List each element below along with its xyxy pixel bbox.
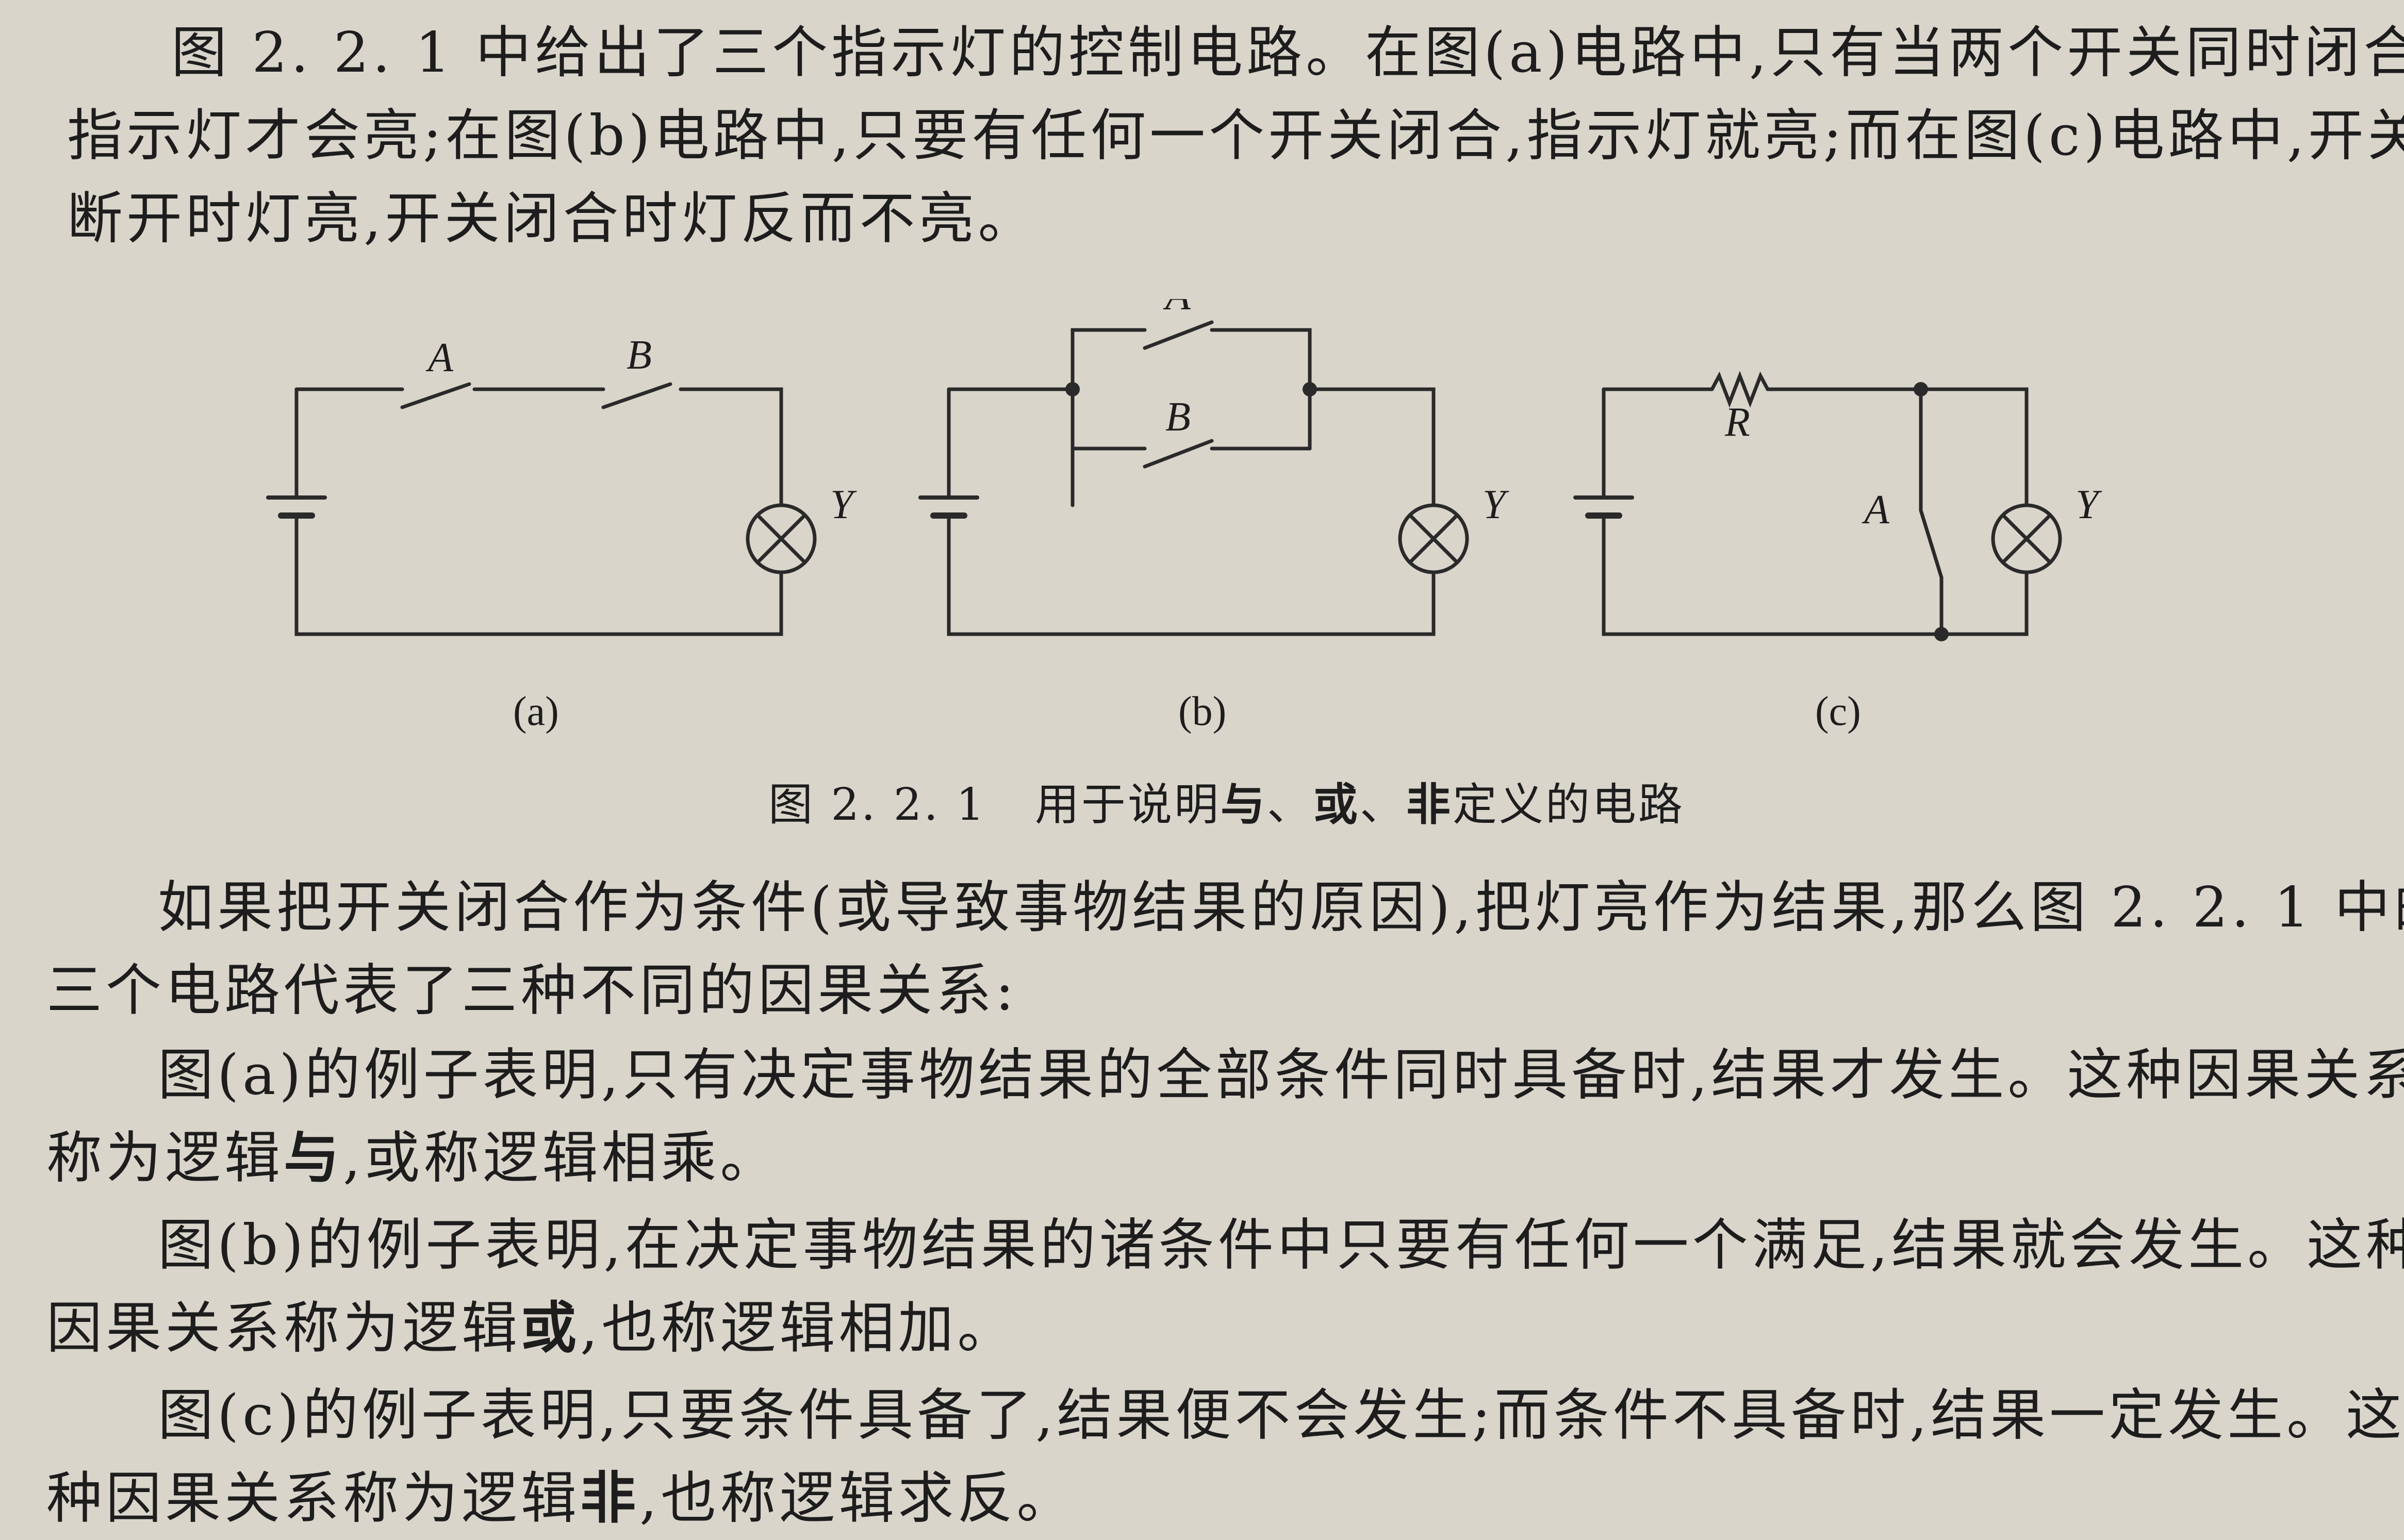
- p2-line-2-pre: 称为逻辑: [46, 1126, 284, 1190]
- sub-label-a: (a): [513, 689, 559, 734]
- p3-line-2-post: ,也称逻辑相加。: [580, 1296, 1017, 1361]
- circuit-c: [1573, 371, 2062, 636]
- p1-line-2: 三个电路代表了三种不同的因果关系:: [46, 958, 1018, 1023]
- p4-line-2-pre: 种因果关系称为逻辑: [46, 1466, 581, 1531]
- p2-line-2: 称为逻辑与,或称逻辑相乘。: [46, 1117, 2326, 1200]
- p3-line-2: 因果关系称为逻辑或,也称逻辑相加。: [46, 1287, 2326, 1370]
- label-a-lamp: Y: [830, 482, 857, 527]
- switch-a-lever: [400, 382, 471, 409]
- body-paragraph-2: 图(a)的例子表明,只有决定事物结果的全部条件同时具备时,结果才发生。这种因果关…: [46, 1034, 2404, 1200]
- intro-line-2: 指示灯才会亮;在图(b)电路中,只要有任何一个开关闭合,指示灯就亮;而在图(c)…: [67, 104, 2404, 168]
- switch-c-lever: [1919, 508, 1944, 579]
- p4-line-2-post: ,也称逻辑求反。: [639, 1466, 1076, 1531]
- caption-and: 与: [1220, 779, 1267, 831]
- p3-line-2-pre: 因果关系称为逻辑: [46, 1296, 521, 1361]
- label-c-switch: A: [1862, 487, 1890, 533]
- caption-sep-1: 、: [1266, 779, 1313, 831]
- caption-prefix: 用于说明: [1034, 779, 1221, 831]
- circuit-b: [918, 320, 1469, 636]
- label-b-switch-b: B: [1165, 394, 1191, 440]
- sub-label-b: (b): [1178, 689, 1227, 734]
- label-c-resistor: R: [1724, 400, 1750, 445]
- junction-dot: [1914, 382, 1928, 396]
- switch-b-b-lever: [1143, 439, 1214, 469]
- intro-line-1: 图 2. 2. 1 中给出了三个指示灯的控制电路。在图(a)电路中,只有当两个开…: [171, 21, 2404, 85]
- intro-line-3: 断开时灯亮,开关闭合时灯反而不亮。: [67, 187, 1038, 251]
- p3-term-or: 或: [521, 1296, 581, 1361]
- label-b-lamp: Y: [1483, 482, 1509, 527]
- caption-number: 图 2. 2. 1: [768, 779, 986, 831]
- label-a-switch-b: B: [627, 333, 652, 378]
- p1-line-1: 如果把开关闭合作为条件(或导致事物结果的原因),把灯亮作为结果,那么图 2. 2…: [158, 875, 2404, 940]
- label-c-lamp: Y: [2076, 482, 2102, 527]
- figure-caption: 图 2. 2. 1 用于说明与、或、非定义的电路: [768, 768, 1685, 833]
- junction-dot: [1303, 382, 1317, 396]
- body-paragraph-1: 如果把开关闭合作为条件(或导致事物结果的原因),把灯亮作为结果,那么图 2. 2…: [46, 866, 2404, 1032]
- circuit-a: [266, 382, 817, 636]
- p2-line-2-post: ,或称逻辑相乘。: [343, 1126, 780, 1190]
- p4-line-2: 种因果关系称为逻辑非,也称逻辑求反。: [46, 1457, 2326, 1540]
- intro-paragraph: 图 2. 2. 1 中给出了三个指示灯的控制电路。在图(a)电路中,只有当两个开…: [52, 11, 2404, 260]
- p4-term-not: 非: [580, 1466, 640, 1531]
- switch-b-a-lever: [1143, 320, 1214, 350]
- resistor-zigzag: [1710, 371, 1770, 408]
- label-b-switch-a: A: [1163, 299, 1191, 319]
- caption-not: 非: [1406, 779, 1453, 831]
- p2-term-and: 与: [284, 1125, 343, 1190]
- caption-or: 或: [1313, 779, 1360, 831]
- p4-line-1: 图(c)的例子表明,只要条件具备了,结果便不会发生;而条件不具备时,结果一定发生…: [158, 1383, 2404, 1448]
- body-paragraph-4: 图(c)的例子表明,只要条件具备了,结果便不会发生;而条件不具备时,结果一定发生…: [46, 1374, 2404, 1540]
- circuit-figure: A B Y A B Y R A Y (a) (b) (c): [248, 273, 2341, 763]
- circuit-diagrams: A B Y A B Y R A Y: [266, 273, 2102, 641]
- body-paragraph-3: 图(b)的例子表明,在决定事物结果的诸条件中只要有任何一个满足,结果就会发生。这…: [46, 1204, 2404, 1370]
- p3-line-1: 图(b)的例子表明,在决定事物结果的诸条件中只要有任何一个满足,结果就会发生。这…: [158, 1213, 2404, 1278]
- switch-b-lever: [601, 382, 672, 409]
- sub-label-c: (c): [1815, 689, 1861, 734]
- junction-dot: [1934, 627, 1949, 641]
- junction-dot: [1065, 382, 1080, 396]
- caption-sep-2: 、: [1359, 779, 1406, 831]
- p2-line-1: 图(a)的例子表明,只有决定事物结果的全部条件同时具备时,结果才发生。这种因果关…: [158, 1043, 2404, 1107]
- label-a-switch-a: A: [425, 335, 454, 380]
- caption-suffix: 定义的电路: [1452, 779, 1685, 831]
